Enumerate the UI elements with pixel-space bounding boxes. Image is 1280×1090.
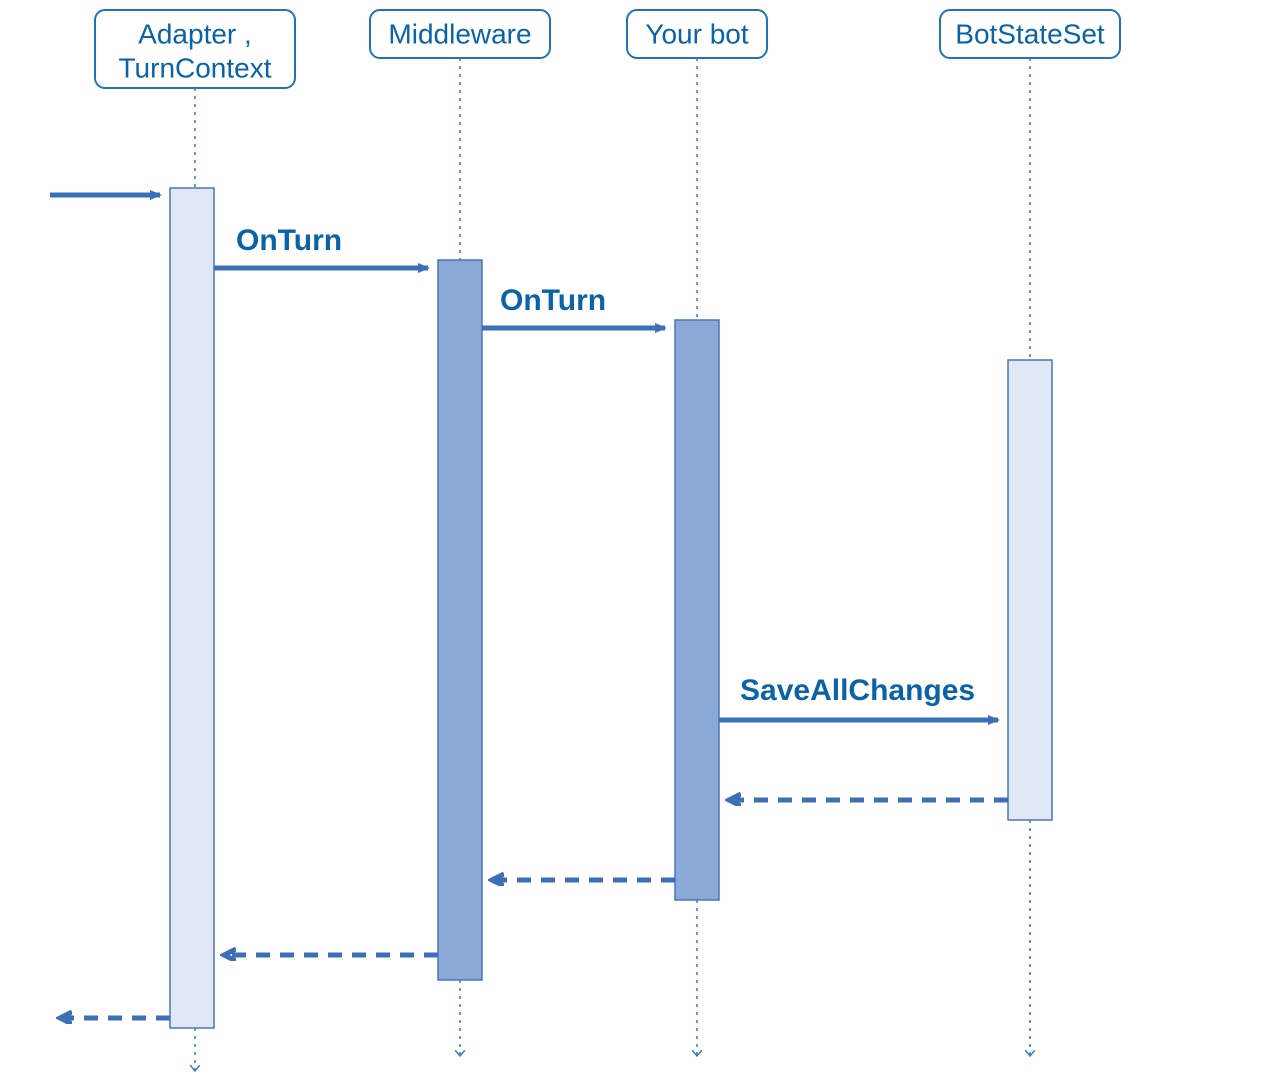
message-saveall-label: SaveAllChanges bbox=[740, 674, 975, 707]
participant-botstateset-label: BotStateSet bbox=[955, 18, 1105, 49]
participant-adapter: Adapter , TurnContext bbox=[95, 10, 295, 1070]
participant-middleware-label: Middleware bbox=[388, 18, 531, 49]
participant-adapter-label2: TurnContext bbox=[118, 52, 271, 83]
participant-yourbot-label: Your bot bbox=[645, 18, 748, 49]
participant-yourbot: Your bot bbox=[627, 10, 767, 1055]
participant-adapter-label1: Adapter , bbox=[138, 18, 252, 49]
message-saveallchanges: SaveAllChanges bbox=[719, 674, 998, 720]
message-onturn1-label: OnTurn bbox=[236, 224, 342, 257]
sequence-diagram: Adapter , TurnContext Middleware Your bo… bbox=[0, 0, 1280, 1090]
participant-middleware: Middleware bbox=[370, 10, 550, 1055]
participant-botstateset: BotStateSet bbox=[940, 10, 1120, 1055]
message-onturn-middleware-to-bot: OnTurn bbox=[482, 284, 665, 328]
message-onturn-adapter-to-middleware: OnTurn bbox=[214, 224, 428, 268]
message-onturn2-label: OnTurn bbox=[500, 284, 606, 317]
